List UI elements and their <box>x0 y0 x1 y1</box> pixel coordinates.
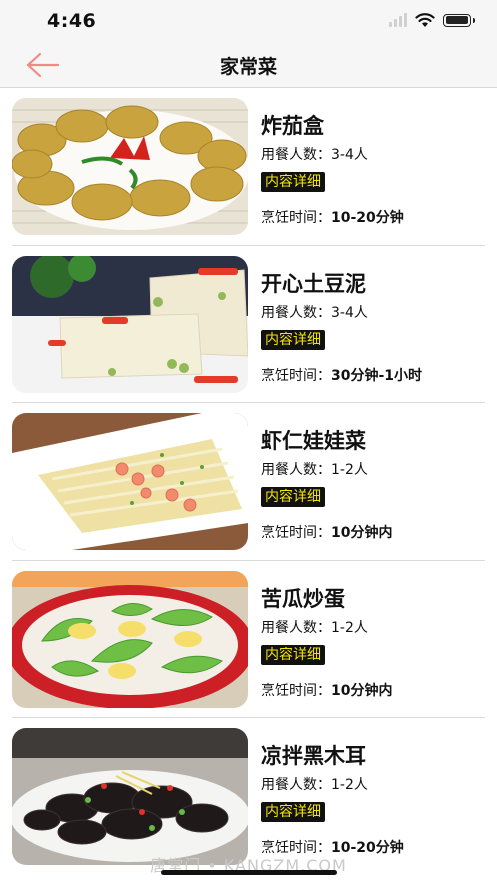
dish-cook-time: 烹饪时间：10-20分钟 <box>261 210 404 226</box>
dish-info: 苦瓜炒蛋 用餐人数：1-2人 内容详细 烹饪时间：10分钟内 <box>261 561 489 719</box>
navigation-bar: 家常菜 <box>0 44 497 88</box>
status-icons <box>389 12 475 28</box>
detail-tag[interactable]: 内容详细 <box>261 329 325 350</box>
detail-tag[interactable]: 内容详细 <box>261 644 325 665</box>
status-time: 4:46 <box>47 10 97 32</box>
dish-info: 炸茄盒 用餐人数：3-4人 内容详细 烹饪时间：10-20分钟 <box>261 88 489 246</box>
status-bar: 4:46 <box>0 0 497 44</box>
dish-row[interactable]: 苦瓜炒蛋 用餐人数：1-2人 内容详细 烹饪时间：10分钟内 <box>0 561 497 719</box>
dish-name: 虾仁娃娃菜 <box>261 429 366 453</box>
dish-servings: 用餐人数：3-4人 <box>261 147 368 163</box>
dish-image <box>12 728 248 865</box>
dish-cook-time: 烹饪时间：10分钟内 <box>261 525 393 541</box>
dish-name: 炸茄盒 <box>261 114 324 138</box>
dish-image <box>12 413 248 550</box>
dish-servings: 用餐人数：1-2人 <box>261 777 368 793</box>
dish-servings: 用餐人数：1-2人 <box>261 619 368 636</box>
detail-tag[interactable]: 内容详细 <box>261 172 325 192</box>
dish-name: 凉拌黑木耳 <box>261 744 366 768</box>
dish-row[interactable]: 开心土豆泥 用餐人数：3-4人 内容详细 烹饪时间：30分钟-1小时 <box>0 246 497 404</box>
wifi-icon <box>415 13 435 27</box>
dish-image <box>12 98 248 235</box>
dish-info: 虾仁娃娃菜 用餐人数：1-2人 内容详细 烹饪时间：10分钟内 <box>261 403 489 561</box>
cellular-signal-icon <box>389 13 407 27</box>
dish-servings: 用餐人数：3-4人 <box>261 304 368 321</box>
dish-row[interactable]: 炸茄盒 用餐人数：3-4人 内容详细 烹饪时间：10-20分钟 <box>0 88 497 246</box>
dish-name: 苦瓜炒蛋 <box>261 586 345 611</box>
dish-row[interactable]: 虾仁娃娃菜 用餐人数：1-2人 内容详细 烹饪时间：10分钟内 <box>0 403 497 561</box>
dish-info: 开心土豆泥 用餐人数：3-4人 内容详细 烹饪时间：30分钟-1小时 <box>261 246 489 404</box>
dish-name: 开心土豆泥 <box>261 271 366 296</box>
dish-servings: 用餐人数：1-2人 <box>261 462 368 478</box>
dish-image <box>12 570 248 708</box>
dish-cook-time: 烹饪时间：10分钟内 <box>261 682 393 699</box>
home-indicator[interactable] <box>161 870 337 875</box>
detail-tag[interactable]: 内容详细 <box>261 802 325 822</box>
detail-tag[interactable]: 内容详细 <box>261 487 325 507</box>
dish-list: 炸茄盒 用餐人数：3-4人 内容详细 烹饪时间：10-20分钟 开心土豆泥 用餐… <box>0 88 497 876</box>
dish-image <box>12 255 248 393</box>
dish-cook-time: 烹饪时间：30分钟-1小时 <box>261 367 423 384</box>
battery-icon <box>443 13 475 27</box>
page-title: 家常菜 <box>219 56 277 78</box>
